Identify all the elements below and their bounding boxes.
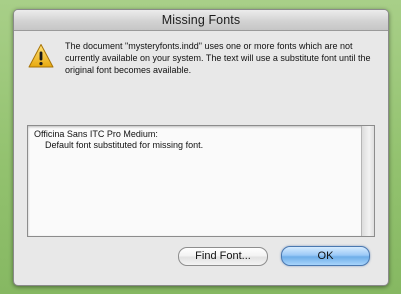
missing-fonts-dialog: Missing Fonts The document "mysteryfonts… <box>13 9 389 286</box>
substitution-detail: Default font substituted for missing fon… <box>45 140 204 150</box>
find-font-button[interactable]: Find Font... <box>178 247 268 266</box>
missing-font-name: Officina Sans ITC Pro Medium: <box>34 129 158 139</box>
title-bar[interactable]: Missing Fonts <box>14 10 388 31</box>
missing-fonts-list[interactable]: Officina Sans ITC Pro Medium: Default fo… <box>27 125 375 237</box>
ok-button[interactable]: OK <box>281 246 370 266</box>
warning-icon <box>28 44 54 68</box>
list-scrollbar[interactable] <box>361 126 374 236</box>
alert-message: The document "mysteryfonts.indd" uses on… <box>65 41 371 75</box>
list-item: Officina Sans ITC Pro Medium: Default fo… <box>34 129 354 151</box>
dialog-title: Missing Fonts <box>161 13 241 27</box>
